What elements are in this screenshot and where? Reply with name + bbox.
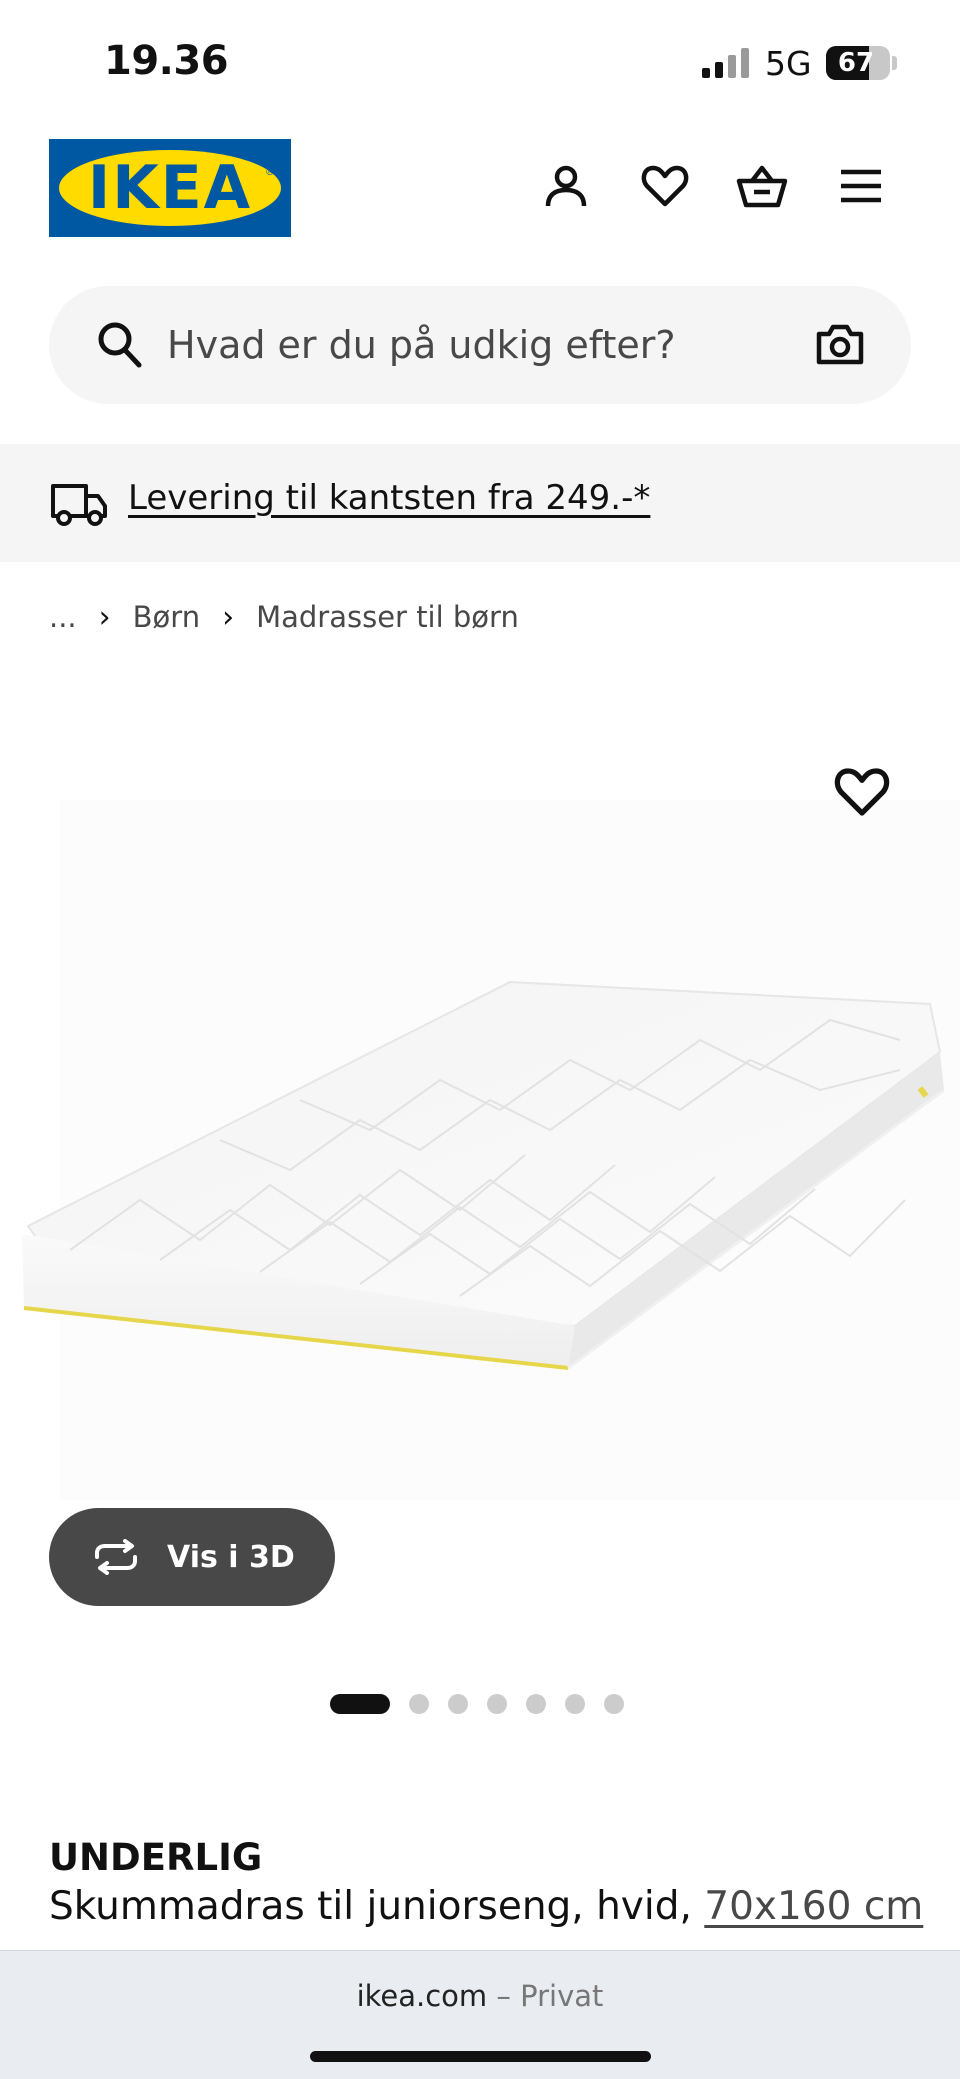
product-description: Skummadras til juniorseng, hvid, 70x160 … bbox=[49, 1884, 923, 1929]
pagination-dot[interactable] bbox=[565, 1694, 585, 1714]
pagination-dot[interactable] bbox=[526, 1694, 546, 1714]
breadcrumb-ellipsis[interactable]: ... bbox=[49, 600, 77, 634]
logo-registered-mark: ® bbox=[265, 167, 275, 178]
product-description-text: Skummadras til juniorseng, hvid, bbox=[49, 1884, 692, 1929]
battery-tip bbox=[892, 56, 897, 70]
url-separator: – bbox=[496, 1979, 511, 2013]
basket-icon[interactable] bbox=[736, 160, 788, 212]
heart-icon[interactable] bbox=[639, 160, 691, 212]
view-in-3d-label: Vis i 3D bbox=[167, 1539, 295, 1575]
rotate-3d-icon bbox=[95, 1539, 137, 1575]
home-indicator[interactable] bbox=[310, 2051, 651, 2062]
breadcrumb-item-madrasser[interactable]: Madrasser til børn bbox=[256, 600, 519, 634]
view-in-3d-button[interactable]: Vis i 3D bbox=[49, 1508, 335, 1606]
breadcrumb-item-born[interactable]: Børn bbox=[133, 600, 200, 634]
pagination-dot[interactable] bbox=[409, 1694, 429, 1714]
menu-icon[interactable] bbox=[835, 160, 887, 212]
product-image[interactable] bbox=[0, 660, 960, 1520]
url-domain: ikea.com bbox=[356, 1979, 488, 2013]
truck-icon bbox=[51, 484, 107, 526]
network-type: 5G bbox=[765, 44, 812, 83]
product-name: UNDERLIG bbox=[49, 1836, 263, 1879]
image-pagination[interactable] bbox=[330, 1694, 643, 1714]
delivery-banner: Levering til kantsten fra 249.-* bbox=[0, 444, 960, 562]
breadcrumb: ... › Børn › Madrasser til børn bbox=[49, 595, 519, 639]
pagination-dot[interactable] bbox=[604, 1694, 624, 1714]
battery-icon: 67 bbox=[826, 46, 890, 80]
pagination-dot-active[interactable] bbox=[330, 1694, 390, 1714]
camera-icon[interactable] bbox=[815, 320, 865, 370]
user-icon[interactable] bbox=[540, 160, 592, 212]
browsing-mode: Privat bbox=[520, 1979, 604, 2013]
pagination-dot[interactable] bbox=[487, 1694, 507, 1714]
logo-text: IKEA bbox=[87, 153, 253, 223]
pagination-dot[interactable] bbox=[448, 1694, 468, 1714]
cellular-signal-icon bbox=[702, 48, 752, 78]
search-icon bbox=[98, 322, 142, 368]
chevron-right-icon: › bbox=[98, 599, 111, 635]
battery-level: 67 bbox=[837, 48, 875, 78]
chevron-right-icon: › bbox=[222, 599, 235, 635]
product-size-link[interactable]: 70x160 cm bbox=[704, 1884, 923, 1929]
search-input[interactable] bbox=[167, 314, 807, 376]
browser-address-bar[interactable]: ikea.com – Privat bbox=[0, 1950, 960, 2079]
status-time: 19.36 bbox=[104, 38, 229, 84]
search-bar[interactable] bbox=[49, 286, 911, 404]
ikea-logo[interactable]: IKEA ® bbox=[49, 139, 291, 237]
delivery-link[interactable]: Levering til kantsten fra 249.-* bbox=[128, 478, 650, 518]
add-to-favourites-icon[interactable] bbox=[834, 766, 890, 822]
